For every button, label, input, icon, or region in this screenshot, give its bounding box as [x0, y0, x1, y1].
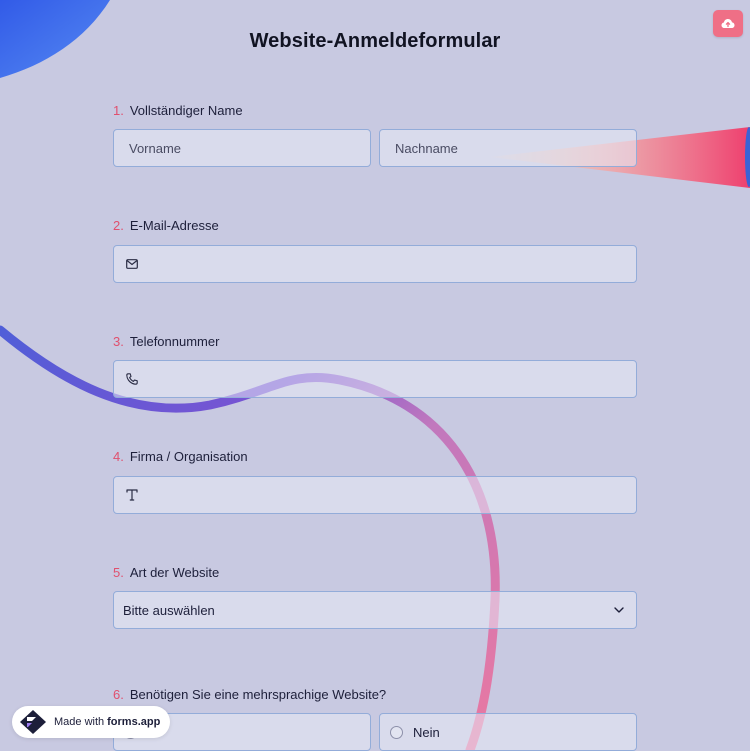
badge-prefix: Made with	[54, 716, 105, 728]
question-email: 2. E-Mail-Adresse	[113, 218, 219, 233]
question-label: Firma / Organisation	[129, 449, 248, 464]
question-number: 3.	[113, 334, 124, 349]
website-type-value: Bitte auswählen	[123, 602, 215, 618]
first-name-input[interactable]: Vorname	[113, 129, 371, 167]
option-no-label: Nein	[413, 724, 440, 740]
option-no[interactable]: Nein	[379, 713, 637, 751]
phone-icon	[124, 371, 140, 387]
made-with-badge[interactable]: Made with forms.app	[12, 706, 170, 738]
question-number: 4.	[113, 449, 124, 464]
first-name-placeholder: Vorname	[129, 140, 182, 156]
last-name-input[interactable]: Nachname	[379, 129, 637, 167]
question-company: 4. Firma / Organisation	[113, 449, 248, 464]
last-name-placeholder: Nachname	[395, 140, 458, 156]
phone-field[interactable]	[113, 360, 637, 398]
question-number: 2.	[113, 218, 124, 233]
email-field[interactable]	[113, 245, 637, 283]
question-label: Telefonnummer	[129, 334, 220, 349]
text-t-icon	[124, 487, 140, 503]
question-label: Benötigen Sie eine mehrsprachige Website…	[129, 687, 387, 702]
question-number: 6.	[113, 687, 124, 702]
question-number: 5.	[113, 565, 124, 580]
chevron-down-icon	[614, 607, 624, 613]
radio-button[interactable]	[390, 725, 403, 739]
question-multilingual: 6. Benötigen Sie eine mehrsprachige Websi…	[113, 687, 386, 702]
envelope-icon	[124, 256, 140, 272]
question-number: 1.	[113, 103, 124, 118]
question-label: Art der Website	[129, 565, 220, 580]
question-website-type: 5. Art der Website	[113, 565, 219, 580]
question-label: Vollständiger Name	[129, 103, 243, 118]
company-field[interactable]	[113, 476, 637, 514]
website-type-select[interactable]: Bitte auswählen	[113, 591, 637, 629]
cloud-upload-icon	[721, 19, 735, 28]
question-label: E-Mail-Adresse	[129, 218, 219, 233]
forms-app-logo-icon	[20, 710, 46, 734]
badge-brand: forms.app	[107, 716, 161, 728]
question-phone: 3. Telefonnummer	[113, 334, 219, 349]
form-title: Website-Anmeldeformular	[249, 30, 501, 52]
upload-button[interactable]	[713, 10, 743, 37]
question-full-name: 1. Vollständiger Name	[113, 103, 243, 118]
